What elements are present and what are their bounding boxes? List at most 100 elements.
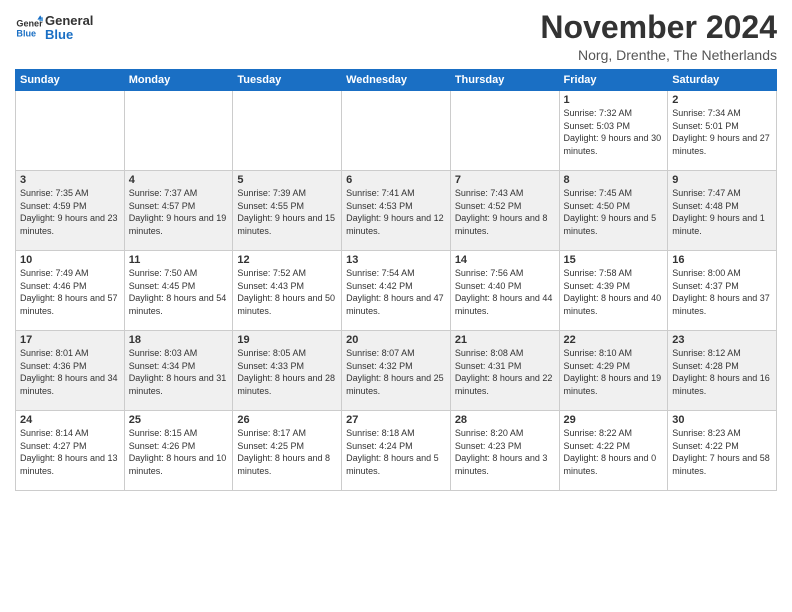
svg-text:Blue: Blue	[16, 29, 36, 39]
table-row	[124, 91, 233, 171]
calendar-week-row: 17Sunrise: 8:01 AMSunset: 4:36 PMDayligh…	[16, 331, 777, 411]
day-info: Sunrise: 8:05 AMSunset: 4:33 PMDaylight:…	[237, 347, 337, 397]
col-monday: Monday	[124, 70, 233, 91]
day-info: Sunrise: 8:20 AMSunset: 4:23 PMDaylight:…	[455, 427, 555, 477]
day-info: Sunrise: 7:50 AMSunset: 4:45 PMDaylight:…	[129, 267, 229, 317]
day-number: 13	[346, 254, 446, 266]
title-area: November 2024 Norg, Drenthe, The Netherl…	[540, 10, 777, 63]
day-info: Sunrise: 7:43 AMSunset: 4:52 PMDaylight:…	[455, 187, 555, 237]
table-row: 7Sunrise: 7:43 AMSunset: 4:52 PMDaylight…	[450, 171, 559, 251]
table-row: 14Sunrise: 7:56 AMSunset: 4:40 PMDayligh…	[450, 251, 559, 331]
day-info: Sunrise: 8:12 AMSunset: 4:28 PMDaylight:…	[672, 347, 772, 397]
day-info: Sunrise: 8:03 AMSunset: 4:34 PMDaylight:…	[129, 347, 229, 397]
table-row: 27Sunrise: 8:18 AMSunset: 4:24 PMDayligh…	[342, 411, 451, 491]
table-row	[233, 91, 342, 171]
day-number: 21	[455, 334, 555, 346]
day-number: 8	[564, 174, 664, 186]
day-info: Sunrise: 7:41 AMSunset: 4:53 PMDaylight:…	[346, 187, 446, 237]
table-row: 16Sunrise: 8:00 AMSunset: 4:37 PMDayligh…	[668, 251, 777, 331]
day-number: 28	[455, 414, 555, 426]
table-row	[450, 91, 559, 171]
table-row: 6Sunrise: 7:41 AMSunset: 4:53 PMDaylight…	[342, 171, 451, 251]
table-row: 13Sunrise: 7:54 AMSunset: 4:42 PMDayligh…	[342, 251, 451, 331]
day-info: Sunrise: 7:39 AMSunset: 4:55 PMDaylight:…	[237, 187, 337, 237]
table-row: 9Sunrise: 7:47 AMSunset: 4:48 PMDaylight…	[668, 171, 777, 251]
day-number: 26	[237, 414, 337, 426]
logo-text-general: General	[45, 14, 93, 28]
day-info: Sunrise: 7:58 AMSunset: 4:39 PMDaylight:…	[564, 267, 664, 317]
day-info: Sunrise: 7:37 AMSunset: 4:57 PMDaylight:…	[129, 187, 229, 237]
table-row: 4Sunrise: 7:37 AMSunset: 4:57 PMDaylight…	[124, 171, 233, 251]
col-sunday: Sunday	[16, 70, 125, 91]
table-row: 28Sunrise: 8:20 AMSunset: 4:23 PMDayligh…	[450, 411, 559, 491]
table-row: 18Sunrise: 8:03 AMSunset: 4:34 PMDayligh…	[124, 331, 233, 411]
day-info: Sunrise: 8:23 AMSunset: 4:22 PMDaylight:…	[672, 427, 772, 477]
table-row: 26Sunrise: 8:17 AMSunset: 4:25 PMDayligh…	[233, 411, 342, 491]
day-number: 9	[672, 174, 772, 186]
table-row: 3Sunrise: 7:35 AMSunset: 4:59 PMDaylight…	[16, 171, 125, 251]
table-row: 17Sunrise: 8:01 AMSunset: 4:36 PMDayligh…	[16, 331, 125, 411]
day-info: Sunrise: 8:10 AMSunset: 4:29 PMDaylight:…	[564, 347, 664, 397]
calendar-week-row: 24Sunrise: 8:14 AMSunset: 4:27 PMDayligh…	[16, 411, 777, 491]
table-row: 5Sunrise: 7:39 AMSunset: 4:55 PMDaylight…	[233, 171, 342, 251]
col-friday: Friday	[559, 70, 668, 91]
day-number: 6	[346, 174, 446, 186]
day-number: 24	[20, 414, 120, 426]
day-number: 15	[564, 254, 664, 266]
table-row: 23Sunrise: 8:12 AMSunset: 4:28 PMDayligh…	[668, 331, 777, 411]
day-info: Sunrise: 7:47 AMSunset: 4:48 PMDaylight:…	[672, 187, 772, 237]
day-number: 22	[564, 334, 664, 346]
table-row: 8Sunrise: 7:45 AMSunset: 4:50 PMDaylight…	[559, 171, 668, 251]
table-row: 2Sunrise: 7:34 AMSunset: 5:01 PMDaylight…	[668, 91, 777, 171]
day-info: Sunrise: 7:45 AMSunset: 4:50 PMDaylight:…	[564, 187, 664, 237]
day-info: Sunrise: 8:07 AMSunset: 4:32 PMDaylight:…	[346, 347, 446, 397]
location: Norg, Drenthe, The Netherlands	[540, 47, 777, 63]
col-tuesday: Tuesday	[233, 70, 342, 91]
day-info: Sunrise: 7:32 AMSunset: 5:03 PMDaylight:…	[564, 107, 664, 157]
day-info: Sunrise: 8:00 AMSunset: 4:37 PMDaylight:…	[672, 267, 772, 317]
col-thursday: Thursday	[450, 70, 559, 91]
logo-text-blue: Blue	[45, 28, 93, 42]
logo: General Blue General Blue	[15, 14, 93, 43]
table-row: 10Sunrise: 7:49 AMSunset: 4:46 PMDayligh…	[16, 251, 125, 331]
day-info: Sunrise: 7:49 AMSunset: 4:46 PMDaylight:…	[20, 267, 120, 317]
day-info: Sunrise: 7:56 AMSunset: 4:40 PMDaylight:…	[455, 267, 555, 317]
svg-text:General: General	[16, 19, 43, 29]
day-info: Sunrise: 7:34 AMSunset: 5:01 PMDaylight:…	[672, 107, 772, 157]
day-info: Sunrise: 7:35 AMSunset: 4:59 PMDaylight:…	[20, 187, 120, 237]
day-number: 17	[20, 334, 120, 346]
day-number: 20	[346, 334, 446, 346]
table-row: 19Sunrise: 8:05 AMSunset: 4:33 PMDayligh…	[233, 331, 342, 411]
table-row: 15Sunrise: 7:58 AMSunset: 4:39 PMDayligh…	[559, 251, 668, 331]
day-info: Sunrise: 8:08 AMSunset: 4:31 PMDaylight:…	[455, 347, 555, 397]
day-info: Sunrise: 7:54 AMSunset: 4:42 PMDaylight:…	[346, 267, 446, 317]
day-number: 25	[129, 414, 229, 426]
day-info: Sunrise: 8:14 AMSunset: 4:27 PMDaylight:…	[20, 427, 120, 477]
table-row: 1Sunrise: 7:32 AMSunset: 5:03 PMDaylight…	[559, 91, 668, 171]
table-row: 20Sunrise: 8:07 AMSunset: 4:32 PMDayligh…	[342, 331, 451, 411]
day-info: Sunrise: 8:18 AMSunset: 4:24 PMDaylight:…	[346, 427, 446, 477]
table-row: 29Sunrise: 8:22 AMSunset: 4:22 PMDayligh…	[559, 411, 668, 491]
day-number: 1	[564, 94, 664, 106]
col-wednesday: Wednesday	[342, 70, 451, 91]
day-number: 5	[237, 174, 337, 186]
col-saturday: Saturday	[668, 70, 777, 91]
calendar-table: Sunday Monday Tuesday Wednesday Thursday…	[15, 69, 777, 491]
logo-icon: General Blue	[15, 14, 43, 42]
calendar-header-row: Sunday Monday Tuesday Wednesday Thursday…	[16, 70, 777, 91]
table-row: 21Sunrise: 8:08 AMSunset: 4:31 PMDayligh…	[450, 331, 559, 411]
table-row: 22Sunrise: 8:10 AMSunset: 4:29 PMDayligh…	[559, 331, 668, 411]
calendar-week-row: 10Sunrise: 7:49 AMSunset: 4:46 PMDayligh…	[16, 251, 777, 331]
day-number: 23	[672, 334, 772, 346]
day-info: Sunrise: 8:17 AMSunset: 4:25 PMDaylight:…	[237, 427, 337, 477]
table-row: 12Sunrise: 7:52 AMSunset: 4:43 PMDayligh…	[233, 251, 342, 331]
calendar-week-row: 1Sunrise: 7:32 AMSunset: 5:03 PMDaylight…	[16, 91, 777, 171]
day-number: 11	[129, 254, 229, 266]
calendar-week-row: 3Sunrise: 7:35 AMSunset: 4:59 PMDaylight…	[16, 171, 777, 251]
table-row: 25Sunrise: 8:15 AMSunset: 4:26 PMDayligh…	[124, 411, 233, 491]
day-info: Sunrise: 8:22 AMSunset: 4:22 PMDaylight:…	[564, 427, 664, 477]
day-number: 12	[237, 254, 337, 266]
day-info: Sunrise: 7:52 AMSunset: 4:43 PMDaylight:…	[237, 267, 337, 317]
day-number: 30	[672, 414, 772, 426]
day-number: 29	[564, 414, 664, 426]
